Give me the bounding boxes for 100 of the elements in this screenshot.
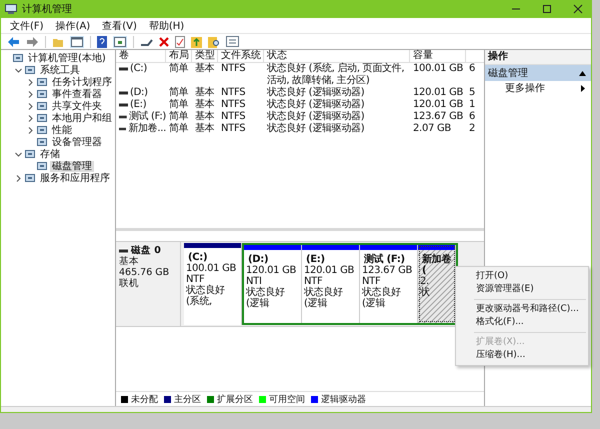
table-cell: NTFS: [221, 87, 246, 99]
table-cell: NTFS: [221, 111, 246, 123]
node-icon: [25, 173, 35, 183]
partition-block[interactable]: 测试 (F:) 123.67 GB NTF 状态良好 (逻辑: [360, 245, 418, 323]
table-cell: 100.01 GB: [413, 63, 464, 75]
partition-block[interactable]: (C:) 100.01 GB NTF 状态良好 (系统,: [184, 243, 242, 325]
chevron-icon[interactable]: [27, 126, 34, 134]
node-icon: [37, 161, 47, 171]
column-header[interactable]: 状态: [264, 50, 410, 62]
menu-item[interactable]: 格式化(F)...: [456, 316, 588, 329]
table-cell-text: 简单: [169, 111, 188, 122]
node-icon: [25, 149, 35, 159]
partition-name: 测试 (F:): [363, 254, 406, 265]
chevron-icon[interactable]: [15, 174, 22, 182]
table-cell: (D:): [130, 87, 148, 99]
table-cell: 120.01 GB: [413, 87, 464, 99]
tree-item[interactable]: 任务计划程序: [50, 76, 114, 88]
properties-icon[interactable]: [226, 36, 239, 47]
tree-item[interactable]: 共享文件夹: [50, 100, 104, 112]
column-header[interactable]: 卷: [116, 50, 166, 62]
table-cell: (C:): [130, 63, 147, 75]
chevron-icon[interactable]: [27, 102, 34, 110]
table-cell: 简单: [169, 123, 188, 135]
table-cell: 新加卷...: [128, 123, 166, 135]
node-icon: [37, 77, 47, 87]
maximize-icon[interactable]: [542, 4, 552, 14]
volume-icon: [119, 127, 126, 131]
partition-block[interactable]: 新加卷 ( 2. 状: [418, 245, 456, 323]
table-cell: 6: [469, 63, 476, 75]
table-cell: NTFS: [221, 123, 246, 135]
tree-item[interactable]: 计算机管理(本地): [26, 52, 108, 64]
table-cell-text: 简单: [169, 87, 188, 98]
column-header[interactable]: 类型: [192, 50, 218, 62]
legend-label: 扩展分区: [217, 394, 253, 406]
partition-block[interactable]: (D:) 120.01 GB NTI 状态良好 (逻辑: [244, 245, 302, 323]
menu-item[interactable]: 帮助(H): [148, 18, 184, 32]
table-cell-text: 状态良好 (逻辑驱动器): [267, 99, 364, 110]
partition-size: 120.01 GB NTI: [246, 265, 298, 287]
node-icon: [37, 89, 47, 99]
section-title: 磁盘管理: [488, 67, 528, 80]
partition-status: 状态良好 (逻辑: [246, 287, 286, 309]
actions-section[interactable]: 磁盘管理: [485, 65, 591, 81]
partition-status: 状态良好 (系统,: [186, 285, 226, 307]
node-icon: [25, 65, 35, 75]
menu-item[interactable]: 操作(A): [56, 18, 90, 32]
legend-label: 主分区: [174, 394, 201, 406]
table-cell: 5: [469, 87, 476, 99]
back-icon[interactable]: [7, 36, 20, 48]
triangle-icon: [581, 84, 585, 92]
volume-icon: [119, 67, 128, 71]
table-cell-text: 状态良好 (逻辑驱动器): [267, 87, 364, 98]
forward-icon[interactable]: [26, 36, 39, 48]
table-cell: 120.01 GB: [413, 99, 464, 111]
legend-label: 未分配: [131, 394, 158, 406]
menu-item[interactable]: 文件(F): [10, 18, 44, 32]
panel-icon[interactable]: [70, 36, 84, 48]
tree-item[interactable]: 系统工具: [38, 64, 82, 76]
tree-item[interactable]: 存储: [38, 148, 62, 160]
chevron-icon[interactable]: [27, 114, 34, 122]
table-cell-text: 测试 (F:): [128, 111, 166, 122]
chevron-icon[interactable]: [27, 90, 34, 98]
tree-item[interactable]: 本地用户和组: [50, 112, 114, 124]
table-cell: 基本: [195, 123, 214, 135]
table-cell: 2: [469, 123, 476, 135]
triangle-icon[interactable]: [579, 70, 586, 76]
menu-item[interactable]: 更改驱动器号和路径(C)...: [456, 303, 588, 316]
disk-status: 联机: [119, 278, 140, 289]
partition-size: 2.: [420, 276, 429, 287]
actions-header: 操作: [485, 50, 591, 65]
legend-label: 可用空间: [269, 394, 305, 406]
node-icon: [37, 113, 47, 123]
table-cell: 6: [469, 111, 476, 123]
tree-item[interactable]: 设备管理器: [50, 136, 104, 148]
tree-item[interactable]: 服务和应用程序: [38, 172, 112, 184]
partition-block[interactable]: (E:) 120.01 GB NTF 状态良好 (逻辑: [302, 245, 360, 323]
partition-size: 100.01 GB NTF: [186, 263, 238, 285]
action-link[interactable]: 更多操作: [505, 81, 545, 95]
tree-item[interactable]: 磁盘管理: [50, 160, 94, 172]
tree-item[interactable]: 性能: [50, 124, 74, 136]
chevron-icon[interactable]: [15, 150, 22, 158]
menu-item[interactable]: 查看(V): [102, 18, 137, 32]
menu-item[interactable]: 打开(O): [456, 270, 588, 283]
menu-item[interactable]: 资源管理器(E): [456, 283, 588, 296]
chevron-icon[interactable]: [27, 78, 34, 86]
upload-icon[interactable]: [191, 36, 202, 48]
table-cell: 1: [469, 99, 476, 111]
checklist-icon[interactable]: [175, 36, 185, 48]
table-cell-text: 状态良好 (逻辑驱动器): [267, 111, 364, 122]
chevron-icon[interactable]: [15, 66, 22, 74]
help-icon[interactable]: [97, 36, 107, 48]
menu-item[interactable]: 压缩卷(H)...: [456, 349, 588, 362]
partition-name: 新加卷 (: [421, 254, 452, 276]
tree-item[interactable]: 事件查看器: [50, 88, 104, 100]
column-header[interactable]: 布局: [166, 50, 192, 62]
close-icon[interactable]: [573, 4, 583, 14]
partition-size: 120.01 GB NTF: [304, 265, 356, 287]
panel-icon[interactable]: [113, 36, 127, 48]
delete-icon[interactable]: [159, 36, 169, 46]
node-icon: [37, 137, 47, 147]
partition-status: 状态良好 (逻辑: [304, 287, 344, 309]
